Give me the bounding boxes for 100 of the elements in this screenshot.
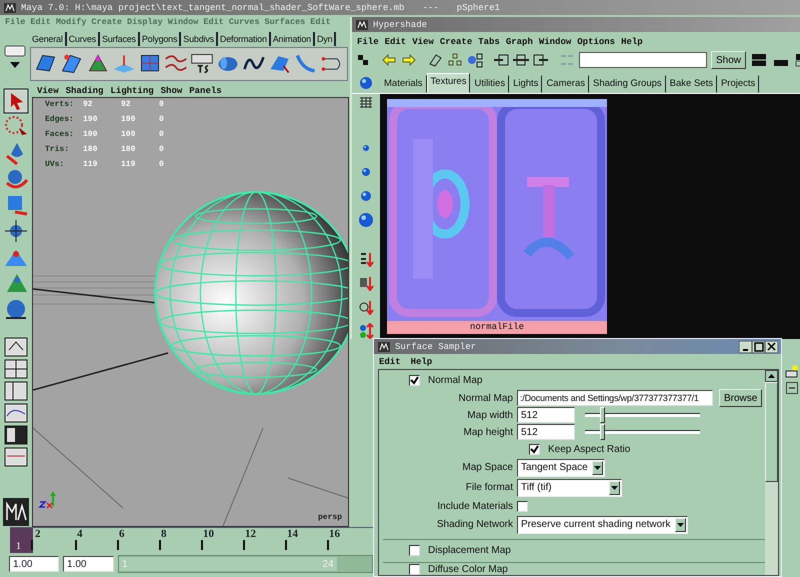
app-logo-icon [3, 0, 17, 14]
start-time-field[interactable]: 1.00 [9, 556, 59, 572]
tab[interactable]: Utilities [470, 75, 510, 93]
swatch-label[interactable]: normalFile [387, 321, 607, 334]
stat-value: 92 [83, 100, 94, 109]
side-layout-icon[interactable] [2, 380, 28, 402]
show-button[interactable]: Show [711, 51, 746, 69]
graph-layout-icon[interactable] [2, 446, 28, 468]
sphere-size-icon[interactable] [358, 212, 374, 228]
checkbox[interactable] [517, 500, 528, 512]
scrollbar-thumb[interactable] [765, 382, 778, 482]
menu-item[interactable]: Tabs [478, 36, 500, 46]
sphere-swatch-icon[interactable] [358, 75, 374, 91]
menu-item[interactable]: Lighting [110, 86, 154, 96]
sort-type-icon[interactable] [358, 275, 374, 291]
tab[interactable]: Cameras [542, 75, 589, 93]
stat-label: Edges: [45, 115, 75, 124]
menu-item[interactable]: View [412, 36, 434, 46]
io-connections-icon[interactable] [513, 52, 529, 68]
number-field[interactable]: 512 [517, 424, 575, 440]
dropdown[interactable]: Preserve current shading network [517, 516, 688, 534]
menu-item[interactable]: Help [621, 36, 643, 46]
axis-indicator-icon [37, 490, 59, 510]
slider-thumb[interactable] [600, 407, 606, 424]
surface-icon[interactable] [60, 52, 84, 76]
checkbox[interactable] [409, 564, 420, 575]
menu-item[interactable]: Create [440, 36, 472, 46]
graph-layout-icon[interactable] [2, 402, 28, 424]
menu-item[interactable]: Edit [384, 36, 406, 46]
close-button[interactable] [765, 340, 778, 352]
frame-number: 2 [35, 528, 42, 540]
maximize-button[interactable] [752, 340, 765, 352]
stat-value: 92 [121, 100, 132, 109]
graph-nodes-icon[interactable] [559, 52, 575, 68]
menu-item[interactable]: Graph [506, 36, 533, 46]
dropdown[interactable]: Tiff (tif) [517, 478, 622, 497]
frame-number: 6 [119, 528, 126, 540]
slider-thumb[interactable] [600, 424, 606, 440]
slider[interactable] [585, 424, 700, 440]
sort-time-icon[interactable] [358, 299, 374, 315]
dropdown[interactable]: Tangent Space [517, 458, 605, 477]
menu-item[interactable]: View [37, 86, 59, 96]
frame-number: 16 [329, 528, 341, 540]
shelf-menu-icon[interactable] [4, 44, 26, 56]
caret-icon [676, 522, 684, 527]
app-logo-icon [377, 340, 391, 354]
path-field[interactable]: :/Documents and Settings/wp/377377377377/1 [517, 390, 713, 406]
menu-item[interactable]: Edit [379, 356, 401, 366]
number-field[interactable]: 512 [517, 407, 575, 424]
menu-item[interactable]: Shading [66, 86, 104, 96]
stat-value: 180 [121, 145, 136, 154]
input-connections-icon[interactable] [493, 52, 509, 68]
stat-value: 0 [159, 160, 165, 169]
grid-view-icon[interactable] [358, 96, 374, 110]
tab[interactable]: Bake Sets [666, 75, 717, 93]
stat-value: 190 [121, 115, 136, 124]
menu-item[interactable]: File [357, 36, 379, 46]
dropdown-value: Tangent Space [521, 462, 588, 474]
scroll-up-button[interactable] [765, 370, 778, 382]
outliner-layout-icon[interactable] [2, 424, 28, 446]
scroll-button[interactable] [786, 382, 798, 394]
menu-item[interactable]: Options [577, 36, 616, 46]
checkbox[interactable] [409, 545, 420, 556]
window-title: Hypershade [373, 20, 428, 30]
browse-button[interactable]: Browse [719, 389, 762, 408]
selected-object-name: pSphere1 [456, 2, 500, 12]
caret-icon[interactable] [9, 60, 21, 68]
menu-item[interactable]: Help [410, 356, 432, 366]
slider[interactable] [585, 407, 700, 424]
menu-item[interactable]: Window [538, 36, 572, 46]
text-tool-icon[interactable] [190, 52, 214, 76]
light-icon[interactable] [784, 364, 798, 378]
tab[interactable]: Projects [716, 75, 760, 93]
tab[interactable]: Textures [426, 73, 470, 93]
four-pane-layout-icon[interactable] [2, 358, 28, 380]
app-logo-icon [355, 18, 369, 32]
forward-arrow-icon[interactable] [401, 52, 417, 68]
eraser-icon[interactable] [427, 52, 443, 68]
stat-value: 119 [121, 160, 136, 169]
sort-name-icon[interactable] [358, 251, 374, 267]
checkbox[interactable] [409, 375, 420, 386]
tab[interactable]: Shading Groups [588, 75, 666, 93]
title-separator: --- [422, 2, 439, 12]
output-connections-icon[interactable] [533, 52, 549, 68]
single-layout-icon[interactable] [2, 336, 28, 358]
manipulator-icon[interactable] [2, 218, 28, 244]
top-layout-icon[interactable] [750, 52, 768, 68]
tab[interactable]: Lights [509, 75, 542, 93]
checker-icon[interactable] [355, 52, 371, 68]
nodes-icon[interactable] [447, 52, 463, 68]
menu-item[interactable]: Panels [189, 86, 222, 96]
search-field[interactable] [579, 52, 707, 68]
back-arrow-icon[interactable] [381, 52, 397, 68]
checkbox[interactable] [529, 444, 540, 455]
playback-start-field[interactable]: 1.00 [63, 556, 114, 572]
menu-item[interactable]: Show [160, 86, 182, 96]
network-icon[interactable] [467, 52, 483, 68]
minimize-button[interactable] [739, 340, 752, 352]
sort-reverse-icon[interactable] [358, 323, 374, 339]
window-title: Maya 7.0: H:\maya project\text_tangent_normal_shader_SoftWare_sphere.mb [21, 2, 404, 12]
